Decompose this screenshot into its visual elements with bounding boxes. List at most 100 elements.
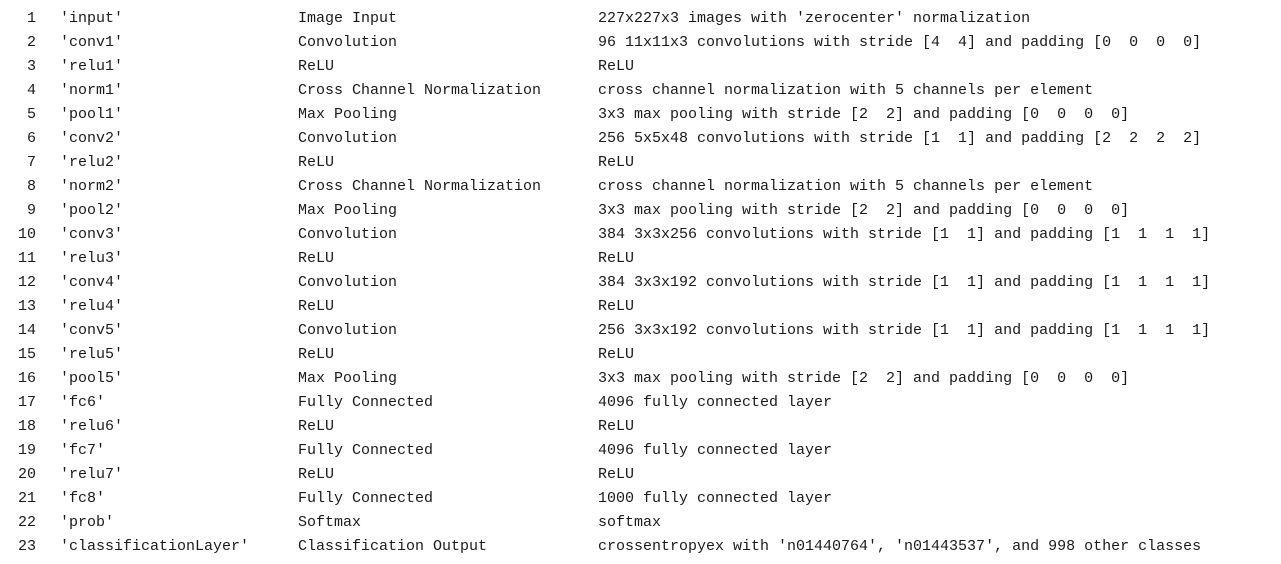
layer-row: 10 'conv3' Convolution 384 3x3x256 convolut… — [0, 223, 1281, 247]
layer-name: 'input' — [60, 10, 124, 27]
layer-row: 14 'conv5' Convolution 256 3x3x192 convolut… — [0, 319, 1281, 343]
layer-name: 'conv4' — [60, 274, 124, 291]
layer-name: 'relu7' — [60, 466, 124, 483]
layer-row: 22 'prob' Softmax softmax — [0, 511, 1281, 535]
layer-description: ReLU — [598, 298, 635, 315]
layer-description: cross channel normalization with 5 chann… — [598, 82, 1094, 99]
layer-index: 20 — [17, 466, 36, 483]
layer-name: 'relu2' — [60, 154, 124, 171]
layer-description: ReLU — [598, 58, 635, 75]
layer-row: 13 'relu4' ReLU ReLU — [0, 295, 1281, 319]
layer-index: 15 — [17, 346, 36, 363]
layer-type: Max Pooling — [298, 106, 398, 123]
layer-index: 19 — [17, 442, 36, 459]
layer-description: 3x3 max pooling with stride [2 2] and pa… — [598, 202, 1130, 219]
layer-name: 'conv1' — [60, 34, 124, 51]
layer-index: 3 — [26, 58, 36, 75]
layer-index: 16 — [17, 370, 36, 387]
layer-description: 96 11x11x3 convolutions with stride [4 4… — [598, 34, 1202, 51]
layer-name: 'relu1' — [60, 58, 124, 75]
layer-name: 'prob' — [60, 514, 115, 531]
layer-description: 3x3 max pooling with stride [2 2] and pa… — [598, 370, 1130, 387]
layer-row: 11 'relu3' ReLU ReLU — [0, 247, 1281, 271]
layer-description: 4096 fully connected layer — [598, 394, 833, 411]
layer-row: 5 'pool1' Max Pooling 3x3 max pooling with … — [0, 103, 1281, 127]
layer-type: Max Pooling — [298, 202, 398, 219]
layer-row: 4 'norm1' Cross Channel Normalization cross… — [0, 79, 1281, 103]
layer-index: 14 — [17, 322, 36, 339]
layer-index: 4 — [26, 82, 36, 99]
layer-name: 'conv3' — [60, 226, 124, 243]
layer-index: 1 — [26, 10, 36, 27]
layer-index: 13 — [17, 298, 36, 315]
layer-type: ReLU — [298, 418, 335, 435]
layer-type: Cross Channel Normalization — [298, 82, 542, 99]
layer-name: 'pool2' — [60, 202, 124, 219]
layer-description: cross channel normalization with 5 chann… — [598, 178, 1094, 195]
layer-index: 11 — [17, 250, 36, 267]
layer-description: crossentropyex with 'n01440764', 'n01443… — [598, 538, 1202, 555]
layer-type: Convolution — [298, 274, 398, 291]
layer-row: 6 'conv2' Convolution 256 5x5x48 convolutio… — [0, 127, 1281, 151]
layer-description: softmax — [598, 514, 662, 531]
layer-row: 17 'fc6' Fully Connected 4096 fully connect… — [0, 391, 1281, 415]
layer-type: ReLU — [298, 298, 335, 315]
layer-row: 20 'relu7' ReLU ReLU — [0, 463, 1281, 487]
layer-index: 10 — [17, 226, 36, 243]
layer-type: Convolution — [298, 322, 398, 339]
layer-row: 19 'fc7' Fully Connected 4096 fully connect… — [0, 439, 1281, 463]
layer-type: ReLU — [298, 466, 335, 483]
layer-type: ReLU — [298, 250, 335, 267]
layer-index: 22 — [17, 514, 36, 531]
layer-row: 8 'norm2' Cross Channel Normalization cross… — [0, 175, 1281, 199]
layer-row: 21 'fc8' Fully Connected 1000 fully connect… — [0, 487, 1281, 511]
layer-index: 9 — [26, 202, 36, 219]
layer-description: ReLU — [598, 154, 635, 171]
layer-type: ReLU — [298, 346, 335, 363]
layer-index: 23 — [17, 538, 36, 555]
layer-row: 2 'conv1' Convolution 96 11x11x3 convolutio… — [0, 31, 1281, 55]
layer-row: 18 'relu6' ReLU ReLU — [0, 415, 1281, 439]
layer-type: ReLU — [298, 154, 335, 171]
layer-index: 6 — [26, 130, 36, 147]
layer-index: 7 — [26, 154, 36, 171]
layer-type: ReLU — [298, 58, 335, 75]
layer-type: Softmax — [298, 514, 362, 531]
layer-description: ReLU — [598, 418, 635, 435]
layer-description: 384 3x3x256 convolutions with stride [1 … — [598, 226, 1211, 243]
layer-description: 1000 fully connected layer — [598, 490, 833, 507]
layer-index: 2 — [26, 34, 36, 51]
layer-name: 'conv5' — [60, 322, 124, 339]
layer-type: Image Input — [298, 10, 398, 27]
layer-name: 'classificationLayer' — [60, 538, 250, 555]
layer-description: 384 3x3x192 convolutions with stride [1 … — [598, 274, 1211, 291]
layer-name: 'fc8' — [60, 490, 106, 507]
layer-row: 9 'pool2' Max Pooling 3x3 max pooling with … — [0, 199, 1281, 223]
layer-name: 'pool1' — [60, 106, 124, 123]
layer-name: 'conv2' — [60, 130, 124, 147]
layer-type: Fully Connected — [298, 394, 434, 411]
layer-type: Classification Output — [298, 538, 488, 555]
layer-index: 17 — [17, 394, 36, 411]
layer-description: ReLU — [598, 466, 635, 483]
layer-row: 7 'relu2' ReLU ReLU — [0, 151, 1281, 175]
layer-table: 1 'input' Image Input 227x227x3 images with… — [0, 7, 1281, 559]
layer-row: 12 'conv4' Convolution 384 3x3x192 convolut… — [0, 271, 1281, 295]
layer-name: 'norm2' — [60, 178, 124, 195]
layer-type: Fully Connected — [298, 442, 434, 459]
layer-index: 8 — [26, 178, 36, 195]
layer-row: 3 'relu1' ReLU ReLU — [0, 55, 1281, 79]
layer-index: 12 — [17, 274, 36, 291]
layer-row: 23 'classificationLayer' Classification Ou… — [0, 535, 1281, 559]
layer-row: 16 'pool5' Max Pooling 3x3 max pooling with… — [0, 367, 1281, 391]
layer-name: 'relu3' — [60, 250, 124, 267]
layer-name: 'fc7' — [60, 442, 106, 459]
layer-name: 'relu4' — [60, 298, 124, 315]
layer-description: ReLU — [598, 250, 635, 267]
layer-index: 5 — [26, 106, 36, 123]
layer-description: 3x3 max pooling with stride [2 2] and pa… — [598, 106, 1130, 123]
layer-description: 256 3x3x192 convolutions with stride [1 … — [598, 322, 1211, 339]
layer-row: 15 'relu5' ReLU ReLU — [0, 343, 1281, 367]
layer-type: Convolution — [298, 226, 398, 243]
layer-type: Fully Connected — [298, 490, 434, 507]
